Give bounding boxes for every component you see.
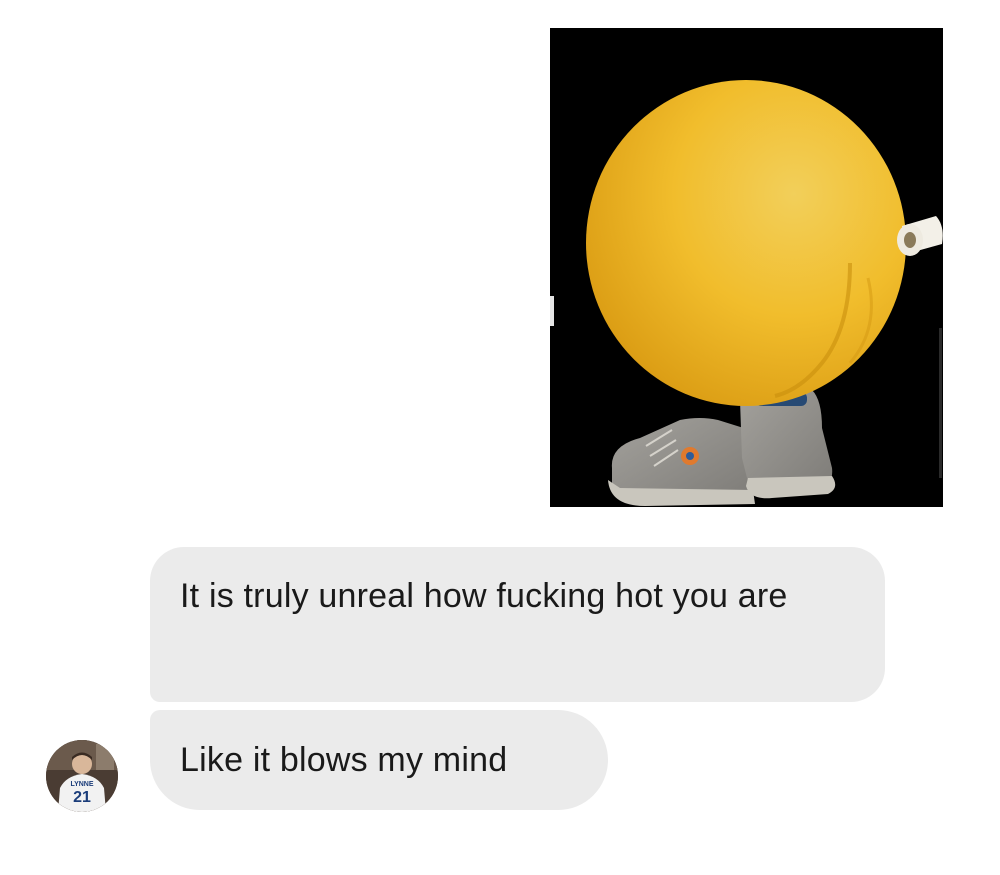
avatar-photo: LYNNE 21 — [46, 740, 118, 812]
message-text: It is truly unreal how fucking hot you a… — [180, 577, 788, 615]
avatar[interactable]: LYNNE 21 — [46, 740, 118, 812]
message-bubble-received[interactable]: It is truly unreal how fucking hot you a… — [150, 547, 885, 702]
message-text: Like it blows my mind — [180, 741, 508, 779]
jersey-number: 21 — [73, 789, 91, 806]
sent-image-message[interactable] — [550, 28, 943, 507]
yellow-character-body — [586, 80, 906, 406]
jersey-name: LYNNE — [70, 781, 93, 788]
photo-attachment-image — [550, 28, 943, 507]
message-bubble-received[interactable]: Like it blows my mind — [150, 710, 608, 810]
